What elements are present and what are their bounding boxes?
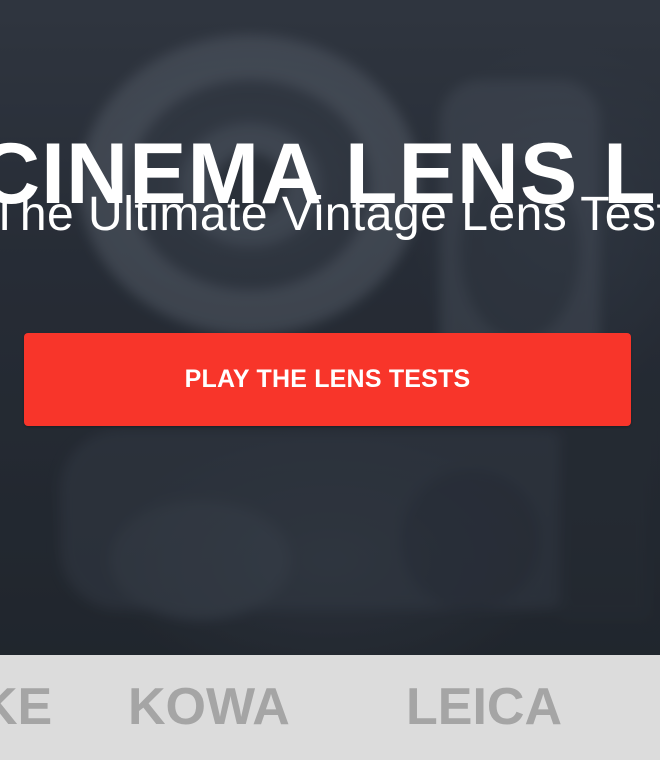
play-lens-tests-label: PLAY THE LENS TESTS [184,365,471,393]
hero-subtitle: The Ultimate Vintage Lens Test [0,188,660,241]
hero-section: CINEMA LENS LIBRARY The Ultimate Vintage… [0,0,660,655]
play-lens-tests-button[interactable]: PLAY THE LENS TESTS [24,333,631,426]
page: CINEMA LENS LIBRARY The Ultimate Vintage… [0,0,660,760]
hero-overlay [0,0,660,655]
brand-link-ke[interactable]: KE [0,677,52,737]
brand-strip: KE KOWA LEICA [0,655,660,760]
brand-link-leica[interactable]: LEICA [406,677,562,737]
brand-link-kowa[interactable]: KOWA [128,677,290,737]
